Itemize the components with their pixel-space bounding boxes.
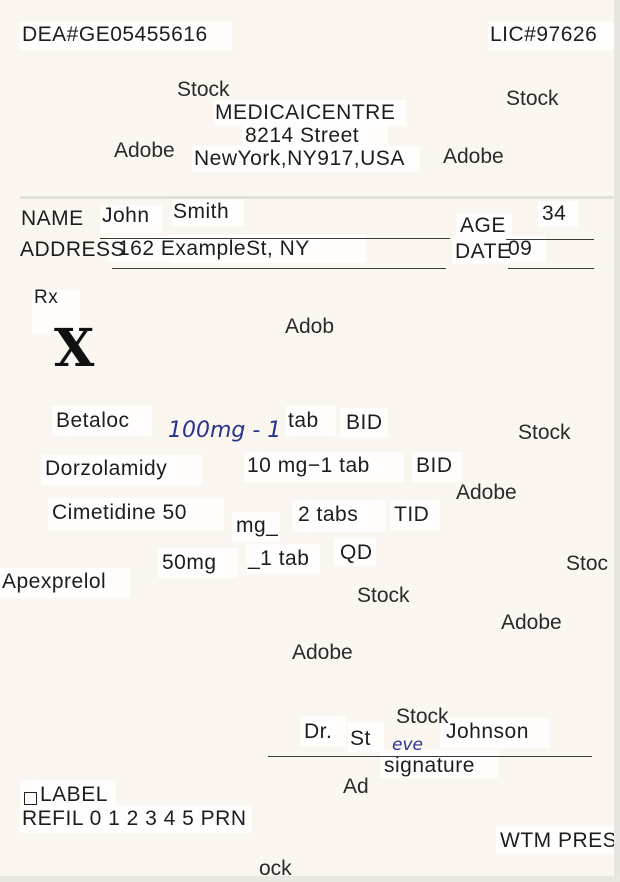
date-underline (508, 268, 594, 269)
name-label: NAME (21, 207, 84, 230)
age-label: AGE (460, 214, 506, 237)
watermark-text: Stock (177, 78, 230, 101)
address-underline (112, 268, 446, 269)
paper-edge (0, 876, 620, 882)
drug-frequency: QD (340, 541, 373, 564)
watermark-text: Stock (396, 705, 449, 728)
clinic-street: 8214 Street (245, 124, 360, 147)
corner-text: WTM PRESC (500, 829, 620, 852)
drug-quantity: tab (288, 409, 319, 432)
doctor-first-name-handwritten: eve (392, 735, 423, 755)
clinic-city: NewYork,NY917,USA (194, 147, 405, 170)
drug-dose-handwritten: 100mg - 1 (168, 418, 282, 443)
drug-dose: mg_ (236, 514, 279, 537)
watermark-text: Adobe (456, 481, 517, 504)
watermark-text: Adobe (501, 611, 562, 634)
age-value: 34 (542, 202, 567, 225)
watermark-text: Adob (285, 315, 335, 338)
paper-edge (614, 0, 620, 882)
rx-mark: X (54, 318, 95, 379)
clinic-name: MEDICAICENTRE (215, 101, 396, 124)
refill-options: REFIL 0 1 2 3 4 5 PRN (22, 807, 247, 830)
patient-first-name: John (102, 204, 150, 227)
doctor-first-name: St (350, 727, 371, 750)
drug-dose: 10 mg−1 tab (247, 454, 370, 477)
date-label: DATE (455, 240, 512, 263)
watermark-text: Adobe (292, 641, 353, 664)
doctor-last-name: Johnson (446, 720, 529, 743)
watermark-text: Adobe (114, 139, 175, 162)
drug-quantity: _1 tab (248, 547, 310, 570)
watermark-text: Ad (343, 775, 369, 798)
signature-label: signature (384, 754, 475, 777)
watermark-text: Stock (518, 421, 571, 444)
drug-frequency: BID (416, 454, 453, 477)
label-checkbox[interactable] (24, 792, 37, 805)
header-divider (20, 196, 614, 199)
watermark-text: Stoc (566, 552, 609, 575)
dea-number: DEA#GE05455616 (22, 23, 208, 46)
drug-frequency: BID (346, 411, 383, 434)
watermark-text: Stock (357, 584, 410, 607)
date-value: 09 (508, 237, 533, 260)
rx-label: Rx (34, 287, 59, 308)
doctor-prefix: Dr. (304, 720, 333, 743)
prescription-paper: DEA#GE05455616 LIC#97626 MEDICAICENTRE 8… (0, 0, 620, 882)
drug-name: Cimetidine 50 (52, 501, 187, 524)
drug-dose: 50mg (162, 551, 217, 574)
address-label: ADDRESS (20, 238, 126, 261)
watermark-text: Stock (506, 87, 559, 110)
drug-quantity: 2 tabs (298, 503, 359, 526)
license-number: LIC#97626 (490, 23, 598, 46)
drug-name: Betaloc (56, 409, 130, 432)
drug-name: Dorzolamidy (45, 457, 168, 480)
label-text: LABEL (40, 783, 108, 806)
watermark-text: Adobe (443, 145, 504, 168)
drug-name: Apexprelol (2, 570, 107, 593)
address-value: 162 ExampleSt, NY (118, 237, 310, 260)
drug-frequency: TID (394, 503, 430, 526)
patient-last-name: Smith (173, 200, 230, 223)
